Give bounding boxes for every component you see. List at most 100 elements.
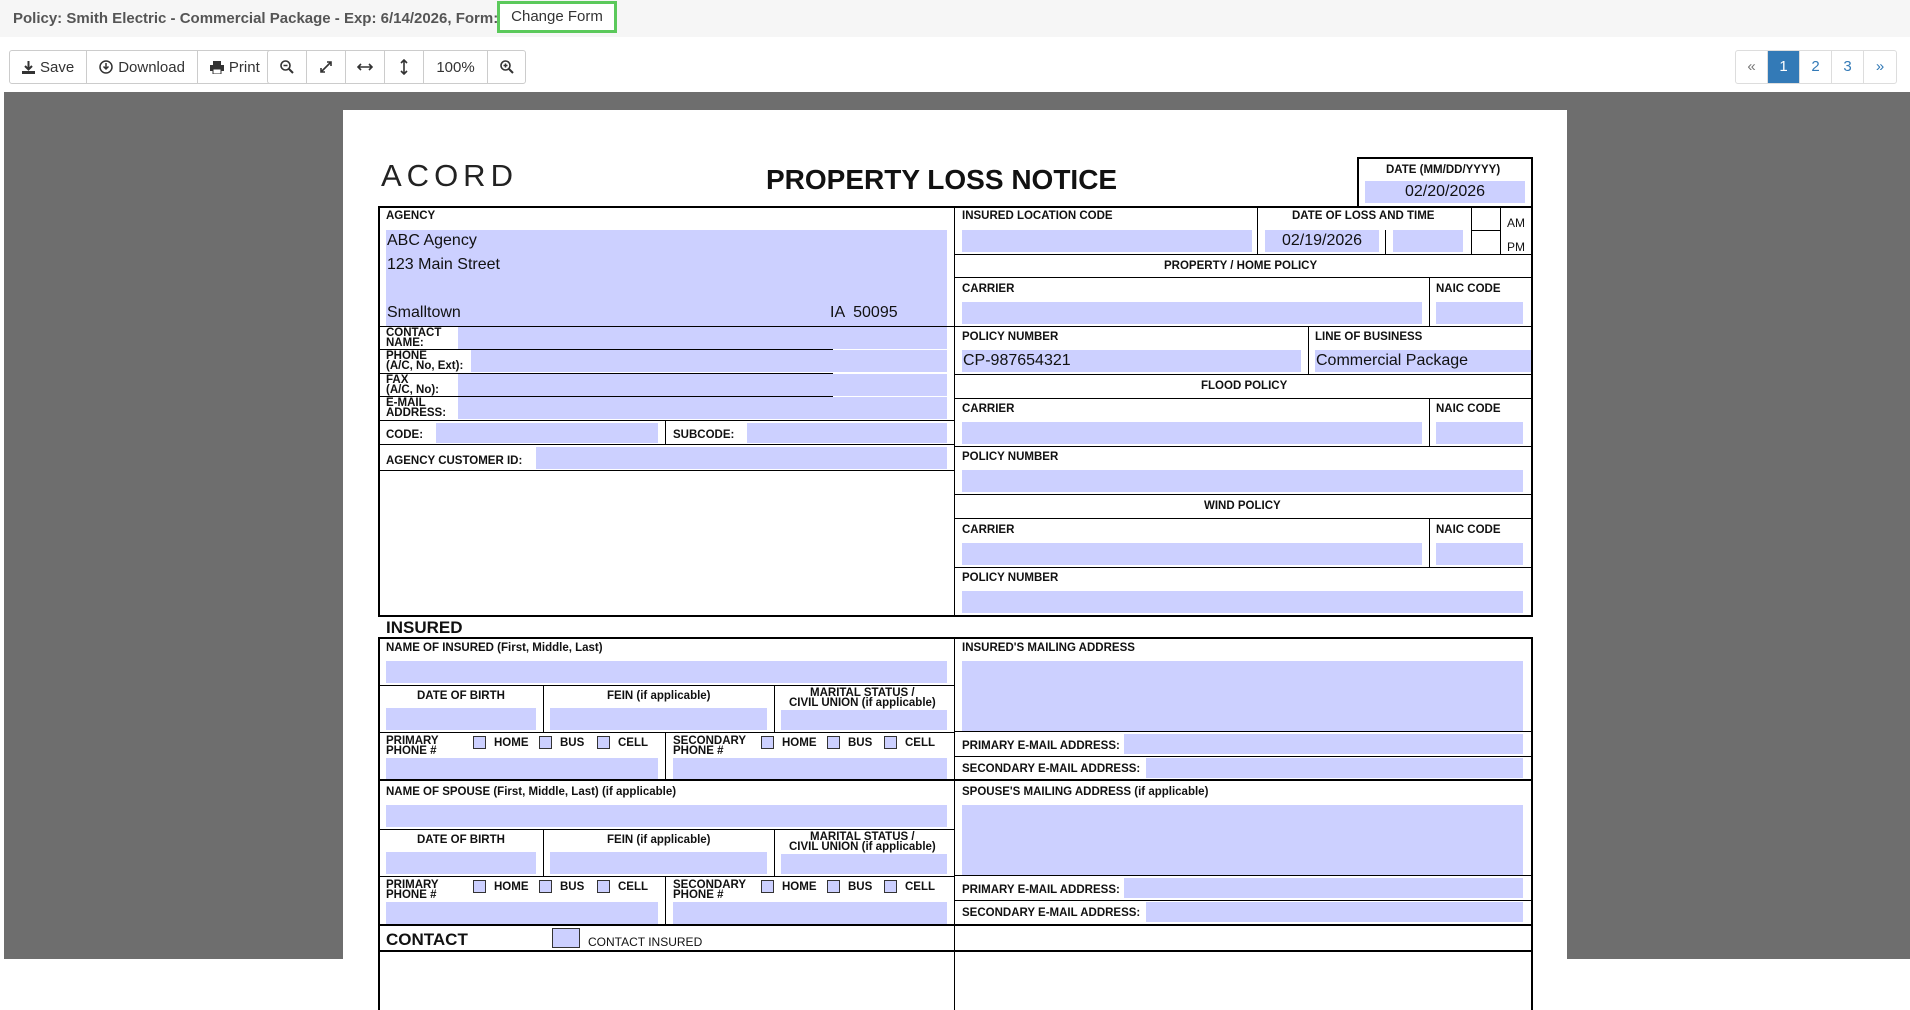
agency-phone-field[interactable]: [471, 350, 947, 372]
insured-location-code-field[interactable]: [962, 230, 1252, 252]
agency-email-field[interactable]: [458, 397, 947, 419]
insured-secondary-phone-field[interactable]: [673, 758, 947, 780]
agency-customer-id-field[interactable]: [536, 447, 947, 469]
wind-naic-field[interactable]: [1436, 543, 1523, 565]
zoom-out-button[interactable]: [268, 51, 307, 83]
policy-title: Policy: Smith Electric - Commercial Pack…: [13, 10, 511, 27]
insured-mailing-field[interactable]: [962, 661, 1523, 731]
am-checkbox[interactable]: [1473, 208, 1499, 230]
print-button[interactable]: Print: [198, 51, 272, 83]
contact-name-field[interactable]: [458, 327, 947, 349]
insured-primary-phone-field[interactable]: [386, 758, 658, 780]
insured-secondary-cell-checkbox[interactable]: [884, 736, 897, 749]
next-page-button[interactable]: »: [1864, 51, 1896, 83]
save-label: Save: [40, 58, 75, 76]
insured-primary-bus-checkbox[interactable]: [539, 736, 552, 749]
date-value: 02/20/2026: [1405, 183, 1486, 200]
zoom-group: 100%: [267, 50, 526, 84]
insured-marital-field[interactable]: [781, 710, 947, 730]
insured-marital-label-2: CIVIL UNION (if applicable): [789, 697, 936, 709]
spouse-name-field[interactable]: [386, 805, 947, 827]
insured-primary-cell-checkbox[interactable]: [597, 736, 610, 749]
insured-primary-email-label: PRIMARY E-MAIL ADDRESS:: [962, 740, 1120, 752]
insured-secondary-email-field[interactable]: [1146, 758, 1523, 778]
spouse-primary-email-field[interactable]: [1124, 878, 1523, 898]
flood-naic-field[interactable]: [1436, 422, 1523, 444]
home-label: HOME: [494, 737, 529, 749]
zoom-level: 100%: [424, 51, 488, 83]
save-button[interactable]: Save: [10, 51, 88, 83]
spouse-primary-home-checkbox[interactable]: [473, 880, 486, 893]
download-button[interactable]: Download: [87, 51, 198, 83]
acord-logo: ACORD: [381, 158, 518, 193]
page-1-button[interactable]: 1: [1768, 51, 1800, 83]
page-3-button[interactable]: 3: [1832, 51, 1864, 83]
contact-insured-checkbox[interactable]: [552, 928, 580, 948]
download-label: Download: [118, 58, 185, 76]
wind-policy-header: WIND POLICY: [1204, 500, 1281, 512]
download-icon: [99, 60, 113, 74]
insured-secondary-home-checkbox[interactable]: [761, 736, 774, 749]
fit-height-button[interactable]: [385, 51, 424, 83]
insured-primary-home-checkbox[interactable]: [473, 736, 486, 749]
insured-secondary-bus-checkbox[interactable]: [827, 736, 840, 749]
zoom-in-button[interactable]: [488, 51, 525, 83]
toolbar: Save Download Print 100% « 1 2 3 »: [0, 37, 1910, 92]
bus-label: BUS: [560, 737, 585, 749]
flood-policy-number-field[interactable]: [962, 470, 1523, 492]
spouse-primary-phone-field[interactable]: [386, 902, 658, 924]
phone-label-2: (A/C, No, Ext):: [386, 360, 464, 372]
wind-policy-number-field[interactable]: [962, 591, 1523, 613]
wind-policy-number-label: POLICY NUMBER: [962, 572, 1059, 584]
form-page: ACORD PROPERTY LOSS NOTICE DATE (MM/DD/Y…: [343, 110, 1567, 1010]
page-2-button[interactable]: 2: [1800, 51, 1832, 83]
contact-name-label-2: NAME:: [386, 337, 424, 349]
zoom-out-icon: [280, 60, 294, 74]
fit-width-icon: [357, 63, 373, 71]
insured-primary-email-field[interactable]: [1124, 734, 1523, 754]
property-naic-field[interactable]: [1436, 302, 1523, 324]
insured-dob-label: DATE OF BIRTH: [417, 690, 505, 702]
insured-fein-field[interactable]: [550, 708, 767, 730]
fit-width-button[interactable]: [346, 51, 385, 83]
document-viewer[interactable]: ACORD PROPERTY LOSS NOTICE DATE (MM/DD/Y…: [4, 92, 1910, 1010]
flood-carrier-field[interactable]: [962, 422, 1422, 444]
insured-section-title: INSURED: [386, 618, 463, 637]
agency-city: Smalltown: [387, 304, 461, 321]
spouse-secondary-email-field[interactable]: [1146, 902, 1523, 922]
insured-name-field[interactable]: [386, 661, 947, 683]
line-of-business-value: Commercial Package: [1316, 352, 1469, 369]
date-of-loss-label: DATE OF LOSS AND TIME: [1292, 210, 1435, 222]
agency-code-field[interactable]: [436, 423, 658, 443]
spouse-mailing-field[interactable]: [962, 805, 1523, 875]
spouse-secondary-bus-checkbox[interactable]: [827, 880, 840, 893]
time-of-loss-field[interactable]: [1393, 230, 1463, 252]
pagination: « 1 2 3 »: [1735, 50, 1897, 84]
file-actions-group: Save Download Print: [9, 50, 273, 84]
insured-name-label: NAME OF INSURED (First, Middle, Last): [386, 642, 603, 654]
prev-page-button[interactable]: «: [1736, 51, 1768, 83]
insured-dob-field[interactable]: [386, 708, 536, 730]
contact-section-title: CONTACT: [386, 930, 468, 949]
spouse-secondary-phone-field[interactable]: [673, 902, 947, 924]
spouse-primary-cell-checkbox[interactable]: [597, 880, 610, 893]
agency-label: AGENCY: [386, 210, 436, 222]
property-carrier-field[interactable]: [962, 302, 1422, 324]
spouse-dob-label: DATE OF BIRTH: [417, 834, 505, 846]
spouse-primary-bus-checkbox[interactable]: [539, 880, 552, 893]
property-policy-number-label: POLICY NUMBER: [962, 331, 1059, 343]
wind-naic-label: NAIC CODE: [1436, 524, 1501, 536]
line-of-business-label: LINE OF BUSINESS: [1315, 331, 1423, 343]
wind-carrier-field[interactable]: [962, 543, 1422, 565]
fit-page-button[interactable]: [307, 51, 346, 83]
agency-subcode-field[interactable]: [747, 423, 947, 443]
spouse-secondary-phone-label-2: PHONE #: [673, 889, 724, 901]
spouse-fein-field[interactable]: [550, 852, 767, 874]
spouse-dob-field[interactable]: [386, 852, 536, 874]
spouse-secondary-home-checkbox[interactable]: [761, 880, 774, 893]
contact-insured-label: CONTACT INSURED: [588, 935, 703, 949]
spouse-secondary-cell-checkbox[interactable]: [884, 880, 897, 893]
agency-fax-field[interactable]: [458, 374, 947, 396]
spouse-marital-field[interactable]: [781, 854, 947, 874]
change-form-button[interactable]: Change Form: [497, 1, 617, 33]
